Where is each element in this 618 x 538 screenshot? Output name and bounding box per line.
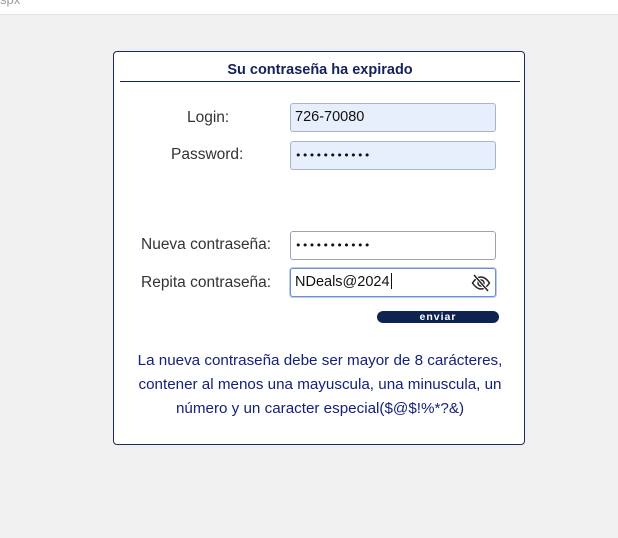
- repeat-password-value: NDeals@2024: [295, 274, 390, 290]
- password-label: Password:: [171, 146, 244, 163]
- submit-button[interactable]: enviar: [377, 311, 499, 323]
- panel-title: Su contraseña ha expirado: [120, 62, 520, 82]
- password-requirements-text: La nueva contraseña debe ser mayor de 8 …: [120, 349, 520, 421]
- eye-slash-icon[interactable]: [470, 272, 492, 294]
- password-field[interactable]: •••••••••••: [290, 141, 496, 170]
- login-value: 726-70080: [295, 109, 365, 125]
- new-password-field[interactable]: •••••••••••: [290, 231, 496, 260]
- repeat-password-field[interactable]: NDeals@2024: [290, 268, 496, 297]
- repeat-password-label: Repita contraseña:: [141, 274, 272, 291]
- hint-line-2: contener al menos una mayuscula, una min…: [138, 376, 502, 393]
- hint-line-1: La nueva contraseña debe ser mayor de 8 …: [137, 352, 503, 369]
- login-label: Login:: [187, 109, 230, 126]
- new-password-value: •••••••••••: [295, 239, 371, 252]
- text-caret: [390, 273, 392, 290]
- new-password-label: Nueva contraseña:: [141, 236, 272, 253]
- login-field[interactable]: 726-70080: [290, 103, 496, 132]
- password-value: •••••••••••: [295, 149, 371, 162]
- browser-top-strip: spx: [0, 0, 618, 15]
- hint-line-3: número y un caracter especial($@$!%*?&): [175, 400, 465, 417]
- url-fragment: spx: [0, 0, 20, 7]
- expired-password-panel: Su contraseña ha expirado Login: 726-700…: [113, 51, 525, 445]
